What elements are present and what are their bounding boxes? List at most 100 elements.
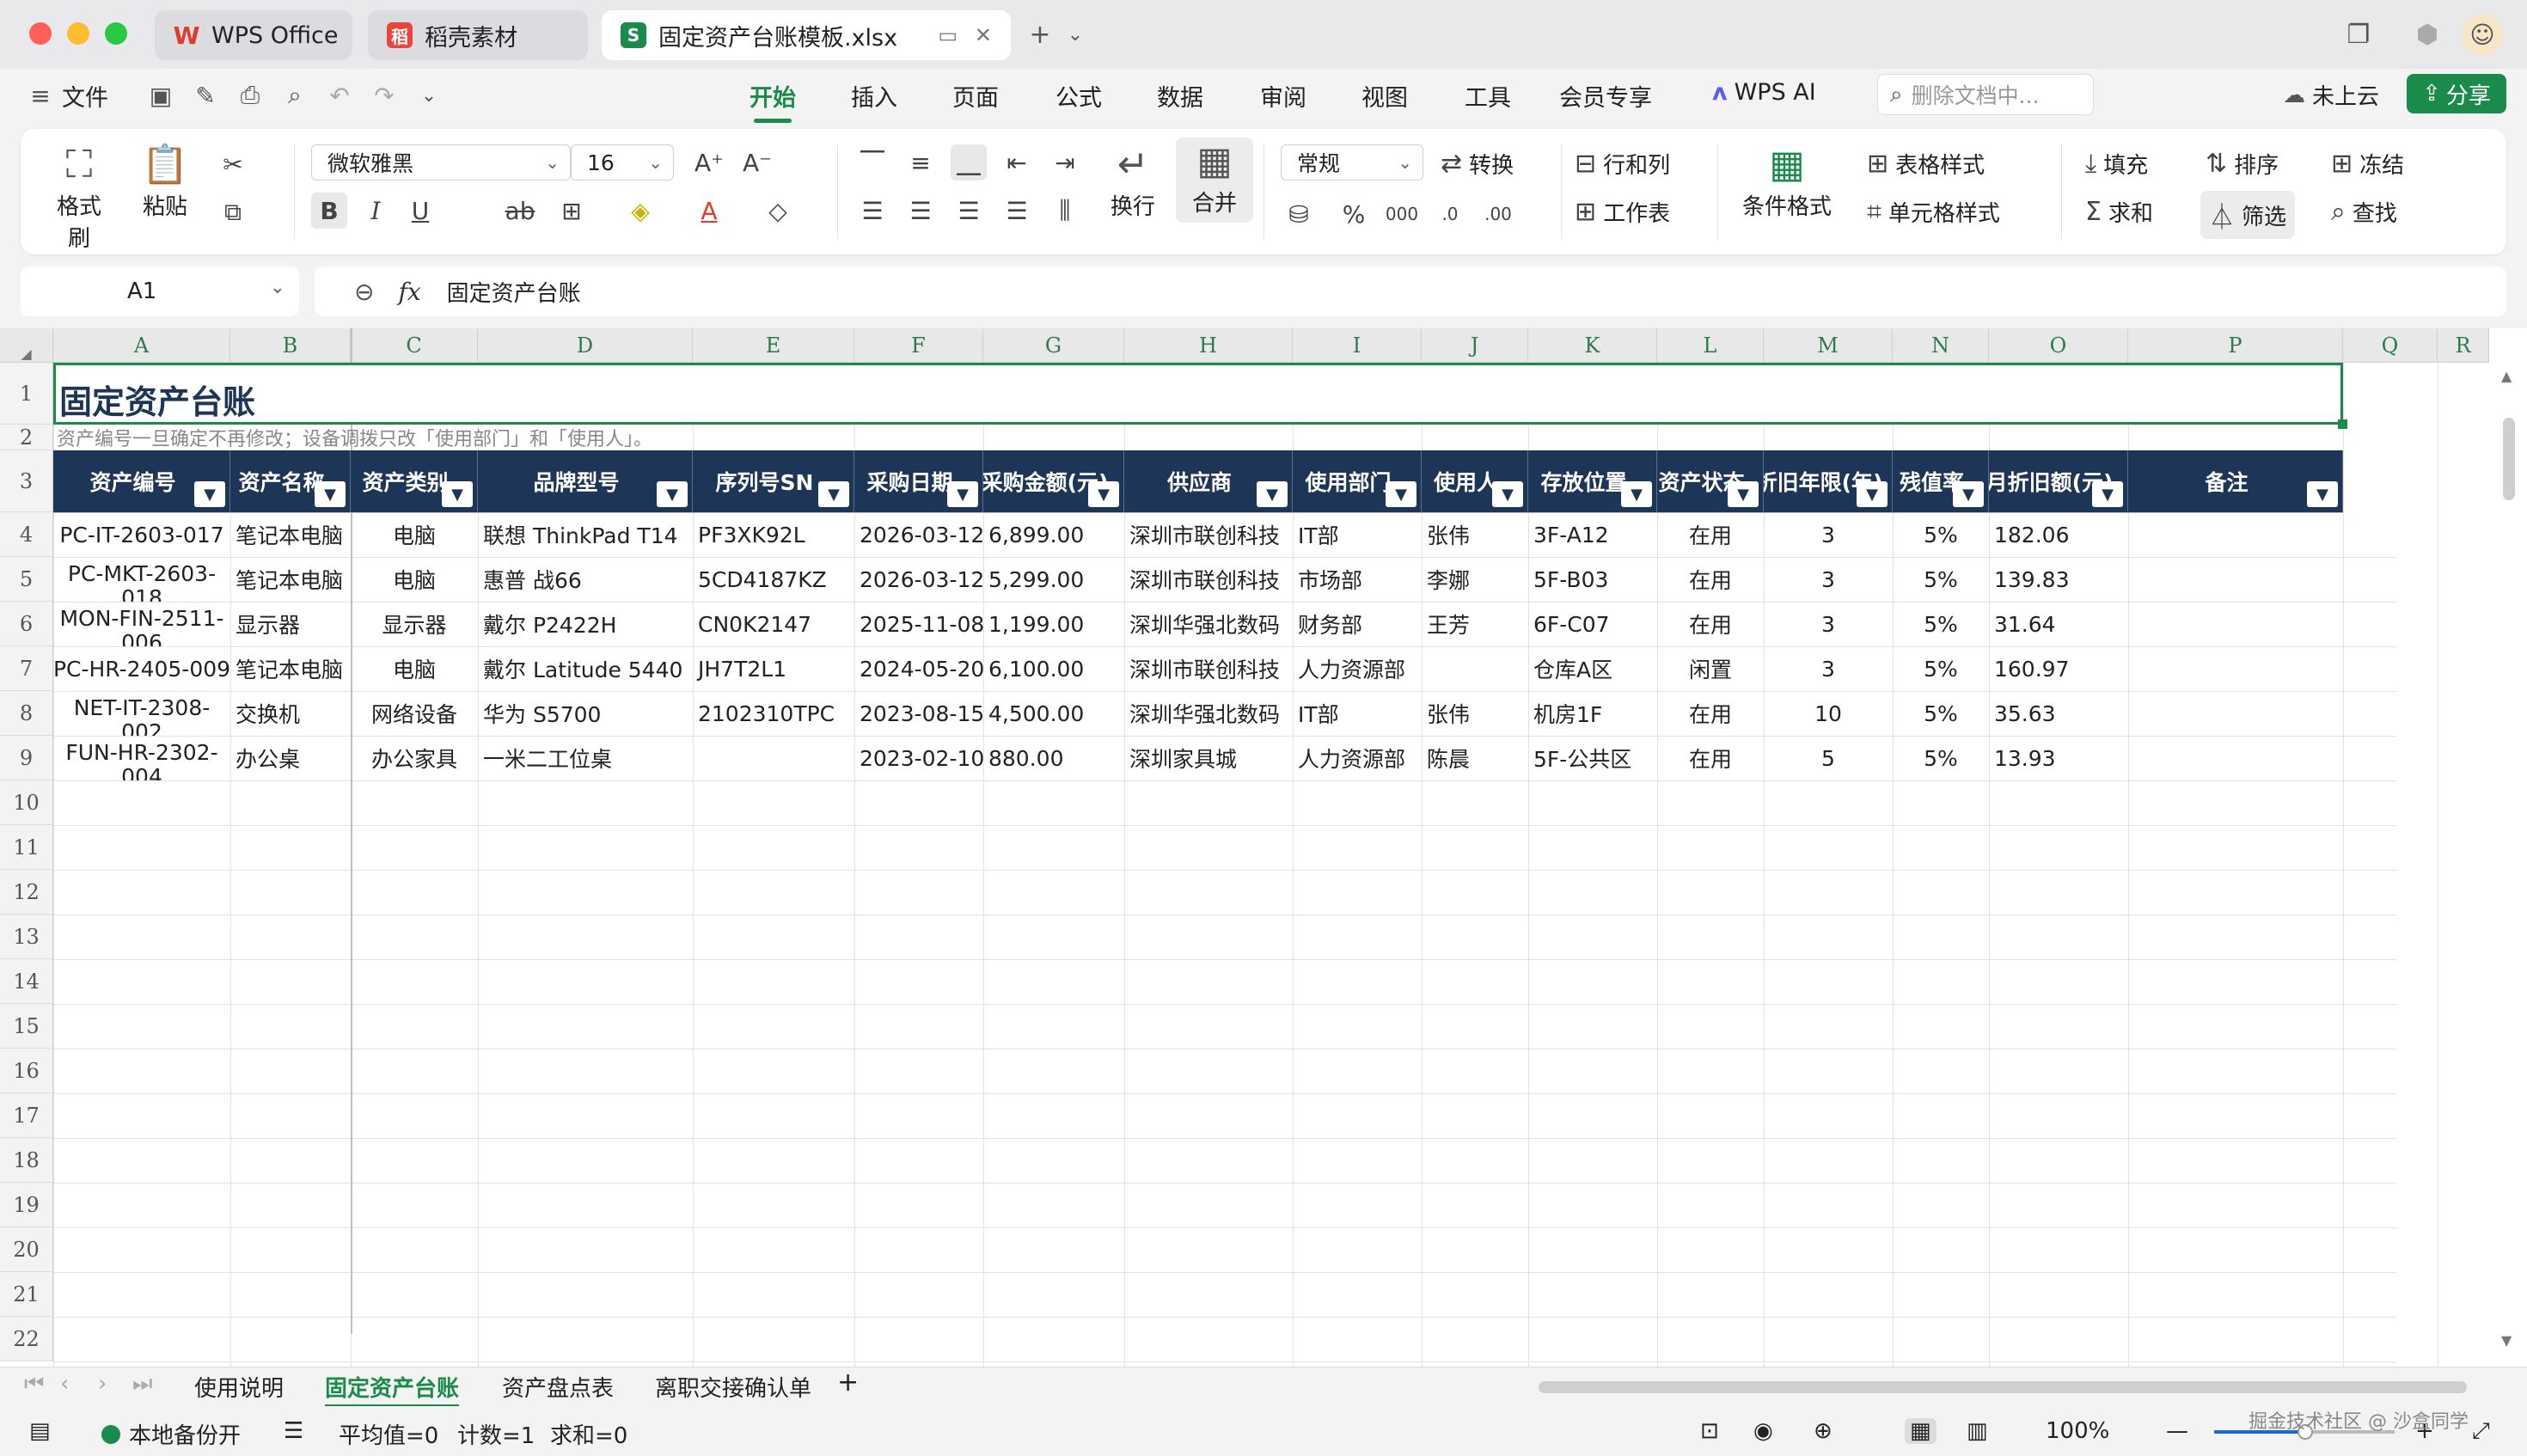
increase-font-icon[interactable]: A⁺ xyxy=(691,144,727,180)
table-cell[interactable]: 张伟 xyxy=(1422,691,1528,736)
fill-button[interactable]: ⤓ 填充 xyxy=(2085,148,2148,180)
filter-dropdown-icon[interactable]: ▼ xyxy=(1492,481,1523,507)
row-header[interactable]: 16 xyxy=(0,1049,53,1093)
row-header[interactable]: 17 xyxy=(0,1093,53,1138)
table-cell[interactable] xyxy=(2128,736,2343,780)
table-cell[interactable]: 3 xyxy=(1764,557,1893,602)
print-preview-icon[interactable]: ⌕ xyxy=(280,81,309,110)
column-header[interactable]: R xyxy=(2438,328,2489,363)
formula-bar[interactable]: ⊖ fx 固定资产台账 xyxy=(315,266,2506,316)
undo-icon[interactable]: ↶ xyxy=(325,81,354,110)
strikethrough-icon[interactable]: ab xyxy=(502,193,538,229)
table-cell[interactable]: 深圳华强北数码 xyxy=(1124,602,1293,646)
borders-icon[interactable]: ⊞ xyxy=(554,193,590,229)
align-middle-icon[interactable]: ≡ xyxy=(903,144,939,180)
search-box[interactable]: ⌕ 删除文档中... xyxy=(1877,74,2094,115)
row-header[interactable]: 19 xyxy=(0,1183,53,1227)
table-cell[interactable]: 联想 ThinkPad T14 xyxy=(478,512,693,557)
row-header[interactable]: 21 xyxy=(0,1272,53,1317)
tab-home[interactable]: 开始 xyxy=(750,79,796,123)
percent-icon[interactable]: % xyxy=(1336,196,1372,232)
table-cell[interactable]: 深圳市联创科技 xyxy=(1124,557,1293,602)
table-cell[interactable]: 张伟 xyxy=(1422,512,1528,557)
table-cell[interactable]: 5% xyxy=(1893,736,1989,780)
chevron-down-icon[interactable]: ⌄ xyxy=(270,277,285,298)
tab-list-chevron-icon[interactable]: ⌄ xyxy=(1062,17,1088,52)
backup-status[interactable]: 本地备份开 xyxy=(101,1418,241,1450)
table-cell[interactable]: 电脑 xyxy=(351,512,478,557)
table-cell[interactable]: 在用 xyxy=(1657,512,1764,557)
table-cell[interactable] xyxy=(1422,646,1528,691)
column-header[interactable]: P xyxy=(2128,328,2343,363)
table-cell[interactable]: 6F-C07 xyxy=(1528,602,1657,646)
tab-member[interactable]: 会员专享 xyxy=(1559,79,1652,113)
table-cell[interactable]: 深圳华强北数码 xyxy=(1124,691,1293,736)
name-box[interactable]: A1 ⌄ xyxy=(21,266,299,316)
font-name-select[interactable]: 微软雅黑 ⌄ xyxy=(311,144,571,180)
wrap-text-button[interactable]: ↵ 换行 xyxy=(1100,141,1166,221)
sheet-tab-inventory[interactable]: 资产盘点表 xyxy=(502,1371,614,1403)
tab-view[interactable]: 视图 xyxy=(1361,79,1408,113)
convert-button[interactable]: ⇄ 转换 xyxy=(1441,148,1514,180)
filter-dropdown-icon[interactable]: ▼ xyxy=(818,481,849,507)
more-chevron-icon[interactable]: ⌄ xyxy=(414,81,444,110)
table-cell[interactable]: 5F-公共区 xyxy=(1528,736,1657,780)
table-cell[interactable]: 2026-03-12 xyxy=(854,557,983,602)
selection-handle[interactable] xyxy=(2338,419,2347,429)
save-icon[interactable]: ▣ xyxy=(146,81,175,110)
table-cell[interactable]: 5CD4187KZ xyxy=(693,557,854,602)
table-cell[interactable]: NET-IT-2308-002 xyxy=(53,691,230,737)
row-header[interactable]: 12 xyxy=(0,870,53,915)
filter-dropdown-icon[interactable]: ▼ xyxy=(1088,481,1119,507)
distributed-icon[interactable]: ⫼ xyxy=(1047,193,1083,229)
table-cell[interactable]: 交换机 xyxy=(230,691,351,736)
filter-dropdown-icon[interactable]: ▼ xyxy=(657,481,688,507)
row-header[interactable]: 11 xyxy=(0,825,53,870)
tab-tools[interactable]: 工具 xyxy=(1465,79,1511,113)
row-header[interactable]: 10 xyxy=(0,780,53,825)
reading-mode-icon[interactable]: ⊕ xyxy=(1814,1418,1833,1444)
horizontal-scrollbar[interactable] xyxy=(1539,1381,2467,1393)
redo-icon[interactable]: ↷ xyxy=(370,81,399,110)
row-header[interactable]: 9 xyxy=(0,736,53,780)
table-cell[interactable] xyxy=(2128,646,2343,691)
normal-view-icon[interactable]: ▦ xyxy=(1905,1418,1937,1444)
sum-button[interactable]: Σ 求和 xyxy=(2085,196,2153,228)
number-format-select[interactable]: 常规 ⌄ xyxy=(1281,144,1423,180)
rows-cols-button[interactable]: ⊟ 行和列 xyxy=(1575,148,1670,180)
table-cell[interactable]: 3 xyxy=(1764,512,1893,557)
close-tab-icon[interactable]: ✕ xyxy=(975,23,992,47)
increase-decimal-icon[interactable]: .0 xyxy=(1432,196,1468,232)
table-cell[interactable]: 办公桌 xyxy=(230,736,351,780)
tab-document[interactable]: S 固定资产台账模板.xlsx ▭ ✕ xyxy=(602,10,1011,60)
table-cell[interactable]: MON-FIN-2511-006 xyxy=(53,602,230,647)
first-sheet-icon[interactable]: ⏮ xyxy=(24,1371,44,1398)
screen-icon[interactable]: ▭ xyxy=(938,23,958,47)
table-cell[interactable]: 5,299.00 xyxy=(983,557,1124,602)
table-cell[interactable]: 5% xyxy=(1893,646,1989,691)
sheet-tab-ledger[interactable]: 固定资产台账 xyxy=(325,1371,460,1408)
italic-icon[interactable]: I xyxy=(358,193,394,229)
align-left-icon[interactable]: ☰ xyxy=(854,193,890,229)
column-header[interactable]: G xyxy=(983,328,1124,363)
column-header[interactable]: N xyxy=(1893,328,1989,363)
row-header[interactable]: 18 xyxy=(0,1138,53,1183)
page-view-icon[interactable]: ▥ xyxy=(1967,1418,1988,1444)
prev-sheet-icon[interactable]: ‹ xyxy=(60,1371,69,1397)
table-cell[interactable]: 财务部 xyxy=(1293,602,1422,646)
table-cell[interactable]: 陈晨 xyxy=(1422,736,1528,780)
table-cell[interactable]: 显示器 xyxy=(230,602,351,646)
table-cell[interactable]: 160.97 xyxy=(1989,646,2128,691)
filter-dropdown-icon[interactable]: ▼ xyxy=(315,481,346,507)
tab-formula[interactable]: 公式 xyxy=(1055,79,1102,113)
table-cell[interactable]: 5 xyxy=(1764,736,1893,780)
row-header[interactable]: 4 xyxy=(0,512,53,557)
conditional-format-button[interactable]: ▦ 条件格式 xyxy=(1731,141,1843,221)
row-header[interactable]: 1 xyxy=(0,363,53,425)
filter-dropdown-icon[interactable]: ▼ xyxy=(1621,481,1652,507)
fill-color-icon[interactable]: ◈ xyxy=(622,193,658,229)
table-cell[interactable]: 李娜 xyxy=(1422,557,1528,602)
table-cell[interactable]: 惠普 战66 xyxy=(478,557,693,602)
paste-button[interactable]: 📋 粘贴 xyxy=(132,141,198,221)
minimize-window-button[interactable] xyxy=(67,22,89,45)
